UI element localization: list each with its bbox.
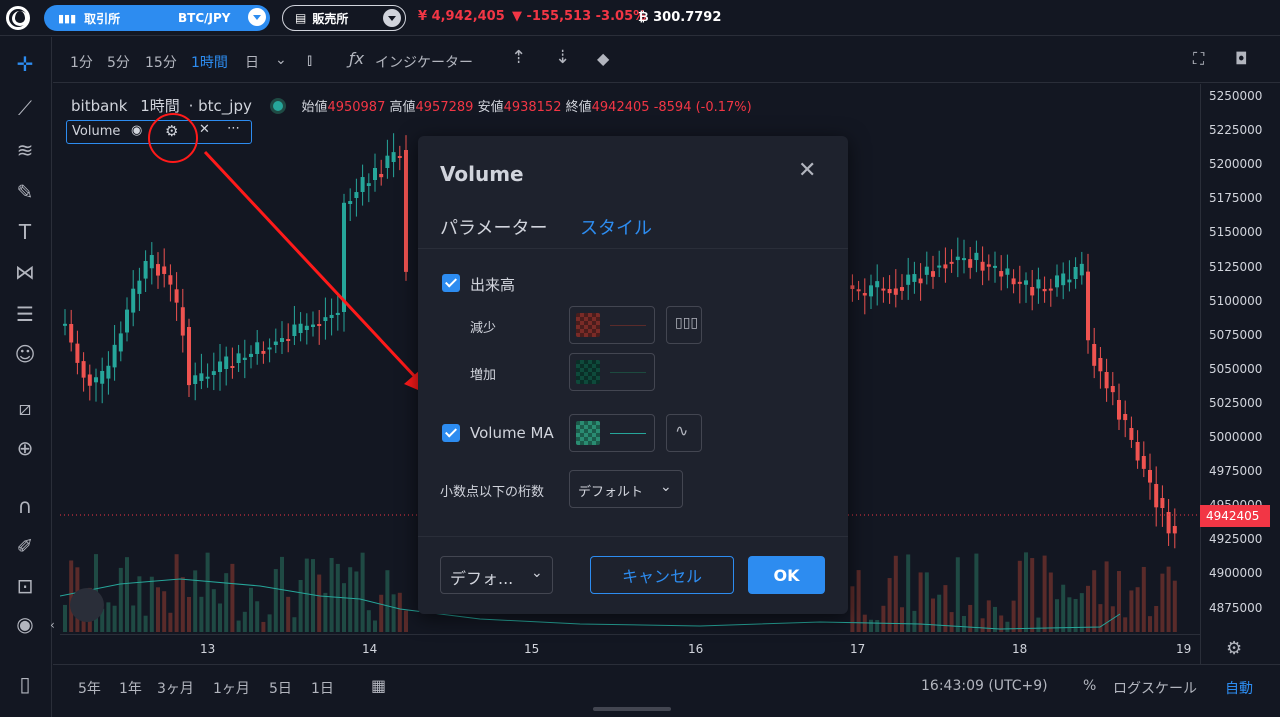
price-tick: 5075000	[1209, 327, 1263, 342]
range-1d[interactable]: 1日	[311, 678, 334, 698]
price-tick: 5125000	[1209, 259, 1263, 274]
chevron-down-icon: ⌄	[660, 479, 672, 495]
price-tick: 5225000	[1209, 123, 1263, 138]
decimals-label: 小数点以下の桁数	[440, 485, 545, 500]
time-tick: 19	[1176, 642, 1192, 656]
tab-divider	[418, 248, 848, 249]
time-tick: 13	[200, 642, 216, 656]
price-tick: 5175000	[1209, 191, 1263, 206]
volume-ma-label: Volume MA	[470, 424, 554, 442]
plot-type-bars-button[interactable]: ▯▯▯	[666, 306, 702, 344]
price-tick: 4975000	[1209, 464, 1263, 479]
volume-settings-dialog: Volume ✕ パラメーター スタイル 出来高 減少 ▯▯▯ 増加 Volum…	[418, 136, 848, 614]
price-tick: 5100000	[1209, 293, 1263, 308]
cancel-button[interactable]: キャンセル	[590, 556, 734, 594]
price-tick: 5150000	[1209, 225, 1263, 240]
price-tick: 4900000	[1209, 566, 1263, 581]
range-5d[interactable]: 5日	[269, 678, 292, 698]
settings-gear-icon[interactable]: ⚙	[1226, 638, 1242, 659]
tab-parameters[interactable]: パラメーター	[440, 214, 547, 240]
price-tick: 5250000	[1209, 89, 1263, 103]
tab-style[interactable]: スタイル	[580, 214, 652, 240]
scroll-handle[interactable]	[593, 707, 671, 711]
price-tick: 4925000	[1209, 532, 1263, 547]
defaults-value: デフォ...	[450, 569, 514, 588]
current-price-badge: 4942405	[1200, 505, 1270, 527]
bars-icon: ▯▯▯	[675, 315, 699, 331]
time-tick: 16	[688, 642, 704, 656]
ma-color-square	[576, 421, 600, 445]
ok-button[interactable]: OK	[748, 556, 825, 594]
decimals-value: デフォルト	[578, 485, 644, 500]
volume-label: 出来高	[470, 276, 516, 294]
percent-toggle[interactable]: %	[1083, 678, 1096, 694]
decrease-color-square	[576, 313, 600, 337]
ma-line-preview	[610, 433, 646, 434]
calendar-icon[interactable]: ▦	[371, 676, 386, 695]
range-5y[interactable]: 5年	[78, 678, 101, 698]
increase-line-preview	[610, 372, 646, 373]
decrease-label: 減少	[470, 321, 497, 336]
log-scale-toggle[interactable]: ログスケール	[1113, 678, 1197, 698]
clock[interactable]: 16:43:09 (UTC+9)	[921, 678, 1048, 694]
dialog-title: Volume	[440, 162, 524, 186]
price-tick: 5025000	[1209, 395, 1263, 410]
price-tick: 5000000	[1209, 430, 1263, 444]
decimals-select[interactable]: デフォルト ⌄	[569, 470, 683, 508]
time-tick: 18	[1012, 642, 1028, 656]
auto-scale-toggle[interactable]: 自動	[1225, 678, 1253, 698]
decrease-line-preview	[610, 325, 646, 326]
time-axis[interactable]: 13 14 15 16 17 18 19	[60, 634, 1200, 664]
price-tick: 5200000	[1209, 157, 1263, 172]
range-1y[interactable]: 1年	[119, 678, 142, 698]
volume-ma-checkbox[interactable]	[442, 424, 460, 442]
chevron-down-icon: ⌄	[531, 565, 543, 581]
increase-label: 増加	[470, 368, 497, 383]
increase-color-square	[576, 360, 600, 384]
time-tick: 17	[850, 642, 866, 656]
plot-type-line-button[interactable]: ∿	[666, 414, 702, 452]
defaults-select[interactable]: デフォ... ⌄	[440, 556, 553, 594]
volume-ma-color-swatch[interactable]	[569, 414, 655, 452]
time-tick: 14	[362, 642, 378, 656]
time-tick: 15	[524, 642, 540, 656]
increase-color-swatch[interactable]	[569, 353, 655, 391]
range-3m[interactable]: 3ヶ月	[157, 678, 194, 698]
price-tick: 4875000	[1209, 600, 1263, 615]
price-tick: 5050000	[1209, 361, 1263, 376]
range-1m[interactable]: 1ヶ月	[213, 678, 250, 698]
price-axis[interactable]: 5250000 5225000 5200000 5175000 5150000 51250…	[1200, 84, 1280, 664]
footer-divider	[418, 536, 848, 537]
decrease-color-swatch[interactable]	[569, 306, 655, 344]
close-icon[interactable]: ✕	[798, 158, 816, 183]
line-wave-icon: ∿	[675, 421, 689, 440]
bottom-bar: 5年 1年 3ヶ月 1ヶ月 5日 1日 ▦ 16:43:09 (UTC+9) %…	[53, 664, 1280, 717]
volume-checkbox[interactable]	[442, 274, 460, 292]
